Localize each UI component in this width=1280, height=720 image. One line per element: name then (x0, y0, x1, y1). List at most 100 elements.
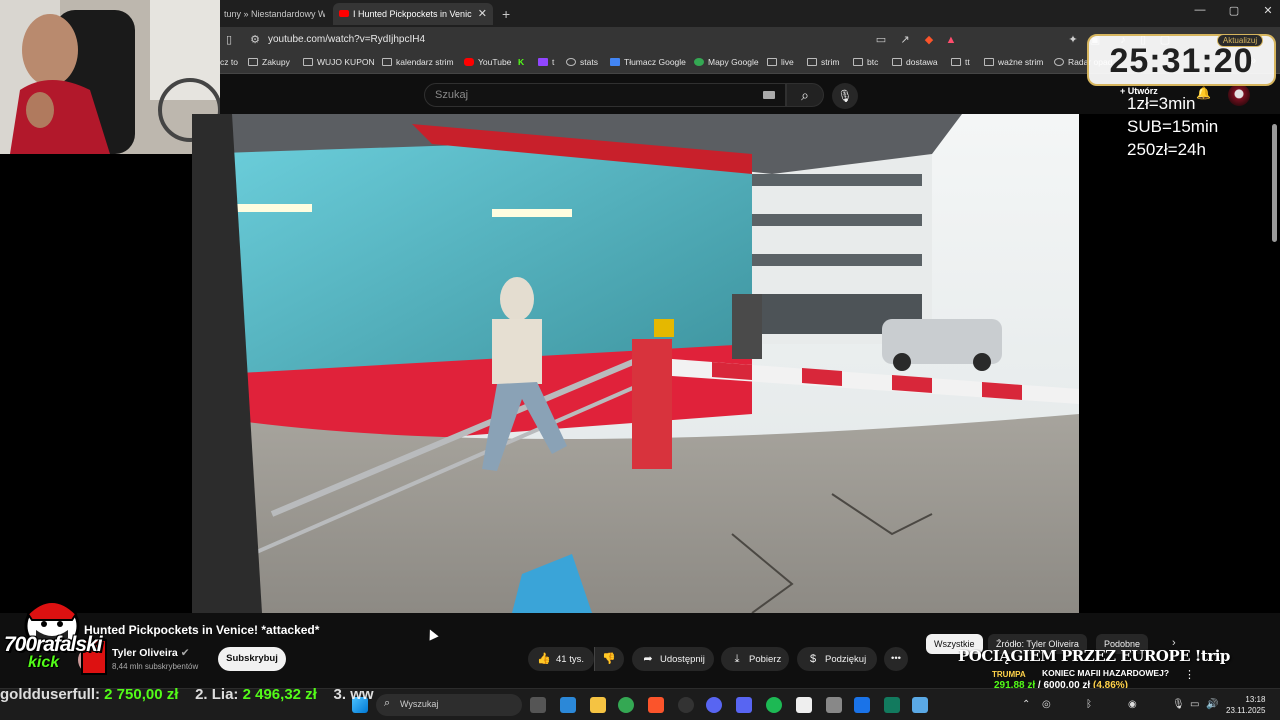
rate-line: SUB=15min (1127, 117, 1219, 136)
tab-youtube-video[interactable]: I Hunted Pickpockets in Venic ✕ (333, 3, 493, 25)
bookmark-item[interactable]: kalendarz strim (382, 57, 454, 67)
kick-bookmark-icon[interactable]: K (518, 57, 524, 67)
bookmark-item[interactable]: strim (807, 57, 839, 67)
tray-chevron-icon[interactable]: ⌃ (1022, 699, 1030, 710)
video-title: Hunted Pickpockets in Venice! *attacked* (84, 623, 320, 637)
bookmark-item[interactable]: live (767, 57, 794, 67)
right-dark-panel (1079, 114, 1280, 613)
streamlabs-icon[interactable] (796, 697, 812, 713)
webcam-feed (0, 0, 220, 154)
maximize-icon[interactable]: ▢ (1224, 4, 1244, 17)
ticker-name: 3. ww (333, 686, 374, 703)
folder-icon (767, 58, 777, 66)
extensions-icon[interactable]: ✦ (1066, 33, 1080, 47)
notepad-icon[interactable] (912, 697, 928, 713)
share-button[interactable]: ➦ Udostępnij (632, 647, 714, 671)
file-explorer-icon[interactable] (590, 697, 606, 713)
tray-app-icon[interactable]: ◎ (1042, 699, 1051, 710)
google-maps-icon (694, 58, 704, 66)
bookmark-item[interactable]: dostawa (892, 57, 938, 67)
channel-name[interactable]: Tyler Oliveira ✔ (112, 647, 190, 659)
app3-icon[interactable] (884, 697, 900, 713)
microphone-tray-icon[interactable]: 🎙 (1172, 699, 1185, 710)
bookmark-item[interactable]: cz to (220, 57, 238, 67)
folder-icon (382, 58, 392, 66)
ticker-name: 2. Lia: (195, 686, 239, 703)
system-clock[interactable]: 13:18 23.11.2025 (1226, 694, 1265, 716)
video-player[interactable] (192, 114, 1079, 613)
bookmark-item[interactable]: Tłumacz Google (610, 57, 686, 67)
close-tab-icon[interactable]: ✕ (478, 3, 487, 25)
search-input[interactable]: Szukaj (424, 83, 786, 107)
youtube-icon (464, 58, 474, 66)
subscribe-button[interactable]: Subskrybuj (218, 647, 286, 671)
brave-icon[interactable] (648, 697, 664, 713)
discord-icon[interactable] (736, 697, 752, 713)
tab-niestandardowy[interactable]: tuny » Niestandardowy Wyb… (220, 3, 325, 25)
weather-icon (1054, 58, 1064, 66)
bookmark-item[interactable]: YouTube (464, 57, 511, 67)
bookmark-item[interactable]: t (538, 57, 554, 67)
spotify-icon[interactable] (766, 697, 782, 713)
bookmark-item[interactable]: btc (853, 57, 878, 67)
thanks-button[interactable]: $ Podziękuj (797, 647, 877, 671)
ticker-name: goldduserfull: (0, 686, 100, 703)
folder-icon (807, 58, 817, 66)
app2-icon[interactable] (854, 697, 870, 713)
minimize-icon[interactable]: — (1190, 4, 1210, 16)
channel-subscribers: 8,44 mln subskrybentów (112, 662, 199, 671)
bookmark-item[interactable]: stats (566, 57, 598, 67)
thumbs-down-icon: 👎 (602, 653, 616, 665)
folder-icon (984, 58, 994, 66)
search-button[interactable]: ⌕ (786, 83, 824, 107)
steam-icon[interactable]: ◉ (1128, 699, 1137, 710)
obs-icon[interactable] (678, 697, 694, 713)
voice-search-button[interactable]: 🎙 (832, 83, 858, 109)
keyboard-icon[interactable] (763, 91, 775, 99)
stats-icon (566, 58, 576, 66)
bookmark-item[interactable]: ważne strim (984, 57, 1043, 67)
install-app-icon[interactable]: ▭ (874, 33, 888, 47)
tab-label: I Hunted Pickpockets in Venic (353, 9, 472, 19)
page-scrollbar[interactable] (1272, 124, 1277, 242)
dislike-button[interactable]: 👎 (594, 647, 624, 671)
twitch-icon (538, 58, 548, 66)
more-actions-button[interactable]: ••• (884, 647, 908, 671)
bookmark-item[interactable]: Zakupy (248, 57, 290, 67)
account-avatar[interactable] (1228, 84, 1250, 106)
url-text[interactable]: youtube.com/watch?v=RydIjhpcIH4 (268, 34, 425, 45)
network-icon[interactable]: ▭ (1190, 699, 1199, 710)
download-button[interactable]: ⤓ Pobierz (721, 647, 789, 671)
folder-icon (853, 58, 863, 66)
left-letterbox (0, 154, 192, 614)
search-icon: ⌕ (801, 87, 809, 103)
volume-icon[interactable]: 🔊 (1206, 699, 1218, 710)
widgets-icon[interactable] (560, 697, 576, 713)
bookmark-item[interactable]: WUJO KUPON (303, 57, 375, 67)
chrome-icon[interactable] (618, 697, 634, 713)
bookmark-item[interactable]: tt (951, 57, 970, 67)
promo-subtitle: KONIEC MAFII HAZARDOWEJ? (1042, 668, 1170, 678)
site-settings-icon[interactable]: ⚙ (248, 33, 262, 47)
new-tab-button[interactable]: + (498, 3, 518, 25)
kebab-menu-icon[interactable]: ⋮ (1184, 668, 1195, 681)
promo-title: POCIĄGIEM PRZEZ EUROPE !trip (958, 647, 1230, 665)
brave-shield-icon[interactable]: ◆ (922, 33, 936, 47)
like-button[interactable]: 👍 41 tys. (528, 647, 594, 671)
timer-value: 25:31:20 (1109, 42, 1254, 80)
app-icon[interactable] (706, 697, 722, 713)
share-icon[interactable]: ↗ (898, 33, 912, 47)
bookmark-icon[interactable]: ▯ (222, 33, 236, 47)
calculator-icon[interactable] (826, 697, 842, 713)
donation-ticker: goldduserfull: 2 750,00 zł 2. Lia: 2 496… (0, 686, 450, 706)
update-button[interactable]: Aktualizuj (1217, 34, 1263, 47)
promo-badge: TRUMPA (992, 670, 1026, 679)
brave-rewards-icon[interactable]: ▲ (944, 33, 958, 47)
task-view-icon[interactable] (530, 697, 546, 713)
folder-icon (248, 58, 258, 66)
folder-icon (951, 58, 961, 66)
rate-line: 250zł=24h (1127, 140, 1206, 159)
bluetooth-icon[interactable]: ᛒ (1086, 699, 1092, 710)
close-window-icon[interactable]: ✕ (1258, 4, 1278, 17)
bookmark-item[interactable]: Mapy Google (694, 57, 759, 67)
